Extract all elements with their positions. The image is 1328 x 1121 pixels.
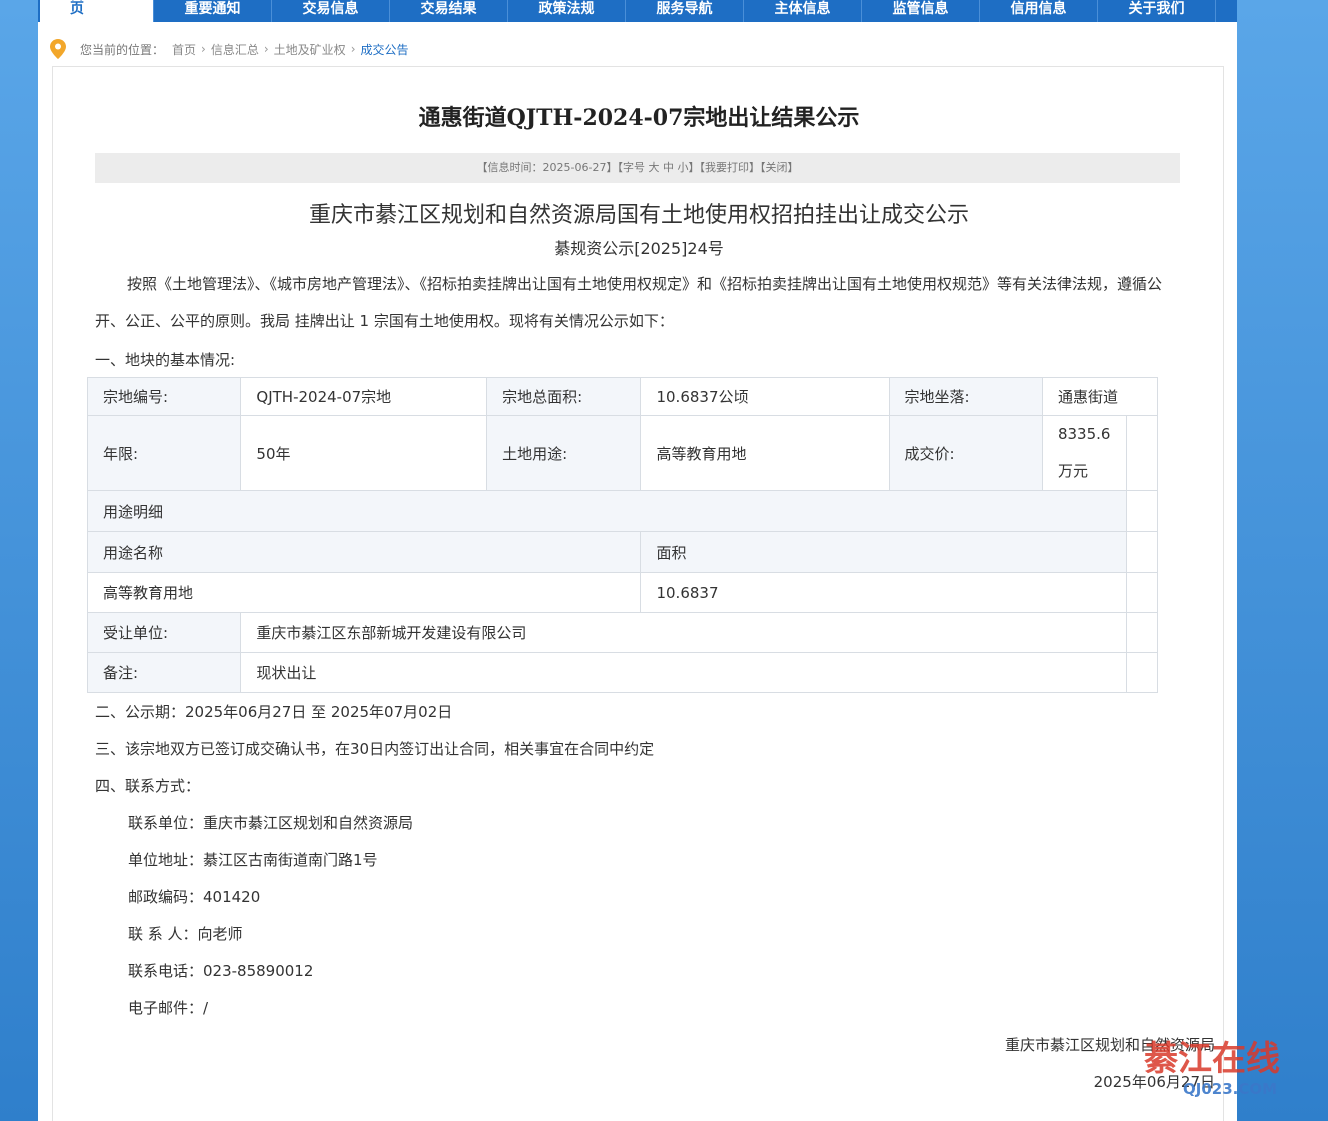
article-meta-bar: 【信息时间：2025-06-27】【字号 大 中 小】【我要打印】【关闭】 [95, 153, 1180, 183]
contact-unit: 联系单位：重庆市綦江区规划和自然资源局 [128, 814, 414, 832]
meta-font-prefix: 【字号 [617, 161, 645, 174]
font-size-large-button[interactable]: 大 [648, 161, 659, 174]
parcel-info-table: 宗地编号: QJTH-2024-07宗地 宗地总面积: 10.6837公顷 宗地… [86, 377, 1159, 693]
use-label: 土地用途: [486, 415, 642, 491]
contact-person: 联 系 人：向老师 [128, 925, 243, 943]
table-row: 高等教育用地 10.6837 [86, 572, 1159, 613]
location-pin-icon [50, 39, 66, 59]
contact-email: 电子邮件：/ [128, 999, 209, 1017]
document-number: 綦规资公示[2025]24号 [554, 239, 724, 258]
parcel-no-value: QJTH-2024-07宗地 [240, 377, 488, 416]
nav-trade-info[interactable]: 交易信息 [272, 0, 390, 22]
nav-about[interactable]: 关于我们 [1098, 0, 1216, 22]
page-background-left [0, 0, 38, 1121]
remark-value: 现状出让 [240, 652, 1127, 693]
table-spacer [1125, 612, 1159, 653]
table-spacer [1125, 415, 1159, 491]
parcel-no-label: 宗地编号: [86, 377, 242, 416]
font-size-medium-button[interactable]: 中 [663, 161, 674, 174]
watermark-logo: 綦江在线 QJ023.COM [1144, 1039, 1280, 1098]
nav-entity-info[interactable]: 主体信息 [744, 0, 862, 22]
nav-credit[interactable]: 信用信息 [980, 0, 1098, 22]
location-label: 宗地坐落: [888, 377, 1043, 416]
location-value: 通惠街道 [1041, 377, 1159, 416]
print-button[interactable]: 【我要打印】 [699, 161, 760, 174]
breadcrumb-current[interactable]: 成交公告 [361, 41, 409, 58]
contact-postcode: 邮政编码：401420 [128, 888, 261, 906]
assignee-label: 受让单位: [86, 612, 242, 653]
section-contract: 三、该宗地双方已签订成交确认书，在30日内签订出让合同，相关事宜在合同中约定 [95, 740, 655, 758]
top-nav: 首页 重要通知 交易信息 交易结果 政策法规 服务导航 主体信息 监管信息 信用… [38, 0, 1237, 22]
breadcrumb-summary[interactable]: 信息汇总 [211, 41, 259, 58]
font-size-small-button[interactable]: 小 [677, 161, 688, 174]
meta-time-suffix: 】 [606, 161, 618, 174]
breadcrumb-land-mining[interactable]: 土地及矿业权 [274, 41, 346, 58]
term-label: 年限: [86, 415, 242, 491]
use-value: 高等教育用地 [640, 415, 890, 491]
breadcrumb-home[interactable]: 首页 [172, 41, 196, 58]
table-row: 备注: 现状出让 [86, 652, 1159, 693]
chevron-right-icon: › [350, 42, 356, 56]
table-spacer [1125, 531, 1159, 573]
intro-paragraph: 按照《土地管理法》、《城市房地产管理法》、《招标拍卖挂牌出让国有土地使用权规定》… [95, 275, 1163, 330]
page-background-right [1237, 0, 1328, 1121]
term-value: 50年 [240, 415, 488, 491]
breadcrumb-label: 您当前的位置： [80, 42, 165, 57]
nav-home[interactable]: 首页 [40, 0, 154, 22]
price-label: 成交价: [888, 415, 1043, 491]
use-area-value: 10.6837 [640, 572, 1127, 613]
nav-service-guide[interactable]: 服务导航 [626, 0, 744, 22]
meta-time-prefix: 【信息时间： [476, 161, 543, 174]
contact-phone: 联系电话：023-85890012 [128, 962, 314, 980]
contact-address: 单位地址：綦江区古南街道南门路1号 [128, 851, 378, 869]
use-name-header: 用途名称 [86, 531, 642, 573]
section-contact-title: 四、联系方式： [95, 777, 201, 795]
table-row: 用途明细 [87, 490, 1159, 532]
meta-time: 2025-06-27 [542, 161, 607, 174]
use-detail-label: 用途明细 [87, 490, 1127, 532]
price-amount: 8335.6 [1057, 425, 1111, 443]
chevron-right-icon: › [263, 42, 269, 56]
table-spacer [1125, 572, 1159, 613]
watermark-domain: QJ023.COM [1183, 1080, 1277, 1098]
price-unit: 万元 [1057, 462, 1088, 480]
close-button[interactable]: 【关闭】 [760, 161, 799, 174]
section-basic-info: 一、地块的基本情况: [95, 351, 236, 369]
table-row: 年限: 50年 土地用途: 高等教育用地 成交价: 8335.6 万元 [86, 415, 1159, 491]
article-frame: 通惠街道QJTH-2024-07宗地出让结果公示 【信息时间：2025-06-2… [52, 66, 1224, 1121]
assignee-value: 重庆市綦江区东部新城开发建设有限公司 [240, 612, 1127, 653]
price-value: 8335.6 万元 [1041, 415, 1127, 491]
area-label: 宗地总面积: [486, 377, 642, 416]
notice-heading: 重庆市綦江区规划和自然资源局国有土地使用权招拍挂出让成交公示 [308, 203, 969, 228]
remark-label: 备注: [86, 652, 242, 693]
nav-trade-result[interactable]: 交易结果 [390, 0, 508, 22]
meta-font-suffix: 】 [688, 161, 700, 174]
nav-important-notice[interactable]: 重要通知 [154, 0, 272, 22]
watermark-text: 綦江在线 [1144, 1039, 1280, 1079]
breadcrumb: 您当前的位置： 首页 › 信息汇总 › 土地及矿业权 › 成交公告 [50, 38, 409, 60]
table-row: 受让单位: 重庆市綦江区东部新城开发建设有限公司 [86, 612, 1159, 653]
area-value: 10.6837公顷 [640, 377, 890, 416]
table-row: 宗地编号: QJTH-2024-07宗地 宗地总面积: 10.6837公顷 宗地… [86, 377, 1159, 416]
use-name-value: 高等教育用地 [86, 572, 642, 613]
nav-supervision[interactable]: 监管信息 [862, 0, 980, 22]
page-container: 首页 重要通知 交易信息 交易结果 政策法规 服务导航 主体信息 监管信息 信用… [38, 0, 1237, 1121]
table-row: 用途名称 面积 [86, 531, 1159, 573]
nav-policy[interactable]: 政策法规 [508, 0, 626, 22]
section-period: 二、公示期：2025年06月27日 至 2025年07月02日 [95, 703, 453, 721]
use-area-header: 面积 [640, 531, 1127, 573]
table-spacer [1125, 490, 1159, 532]
article-title: 通惠街道QJTH-2024-07宗地出让结果公示 [418, 105, 860, 131]
chevron-right-icon: › [201, 42, 206, 56]
table-spacer [1125, 652, 1159, 693]
